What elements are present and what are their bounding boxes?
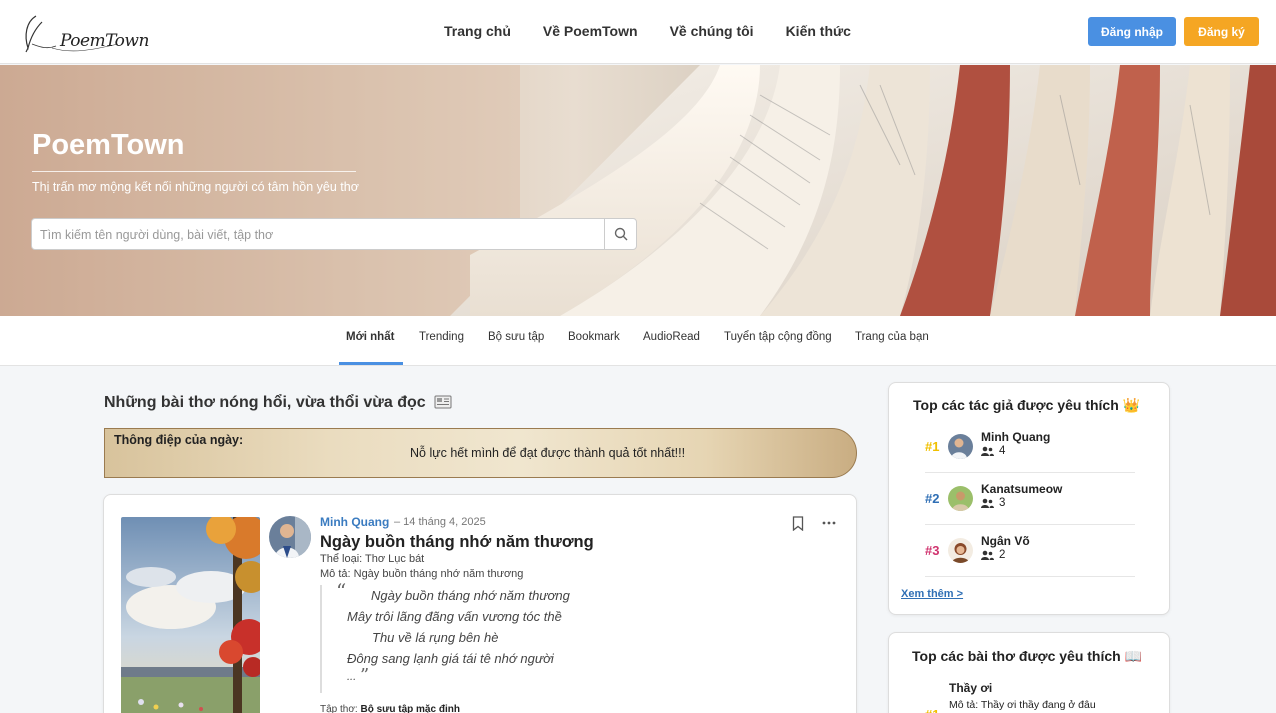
- author-avatar[interactable]: [948, 434, 973, 459]
- users-icon: [981, 550, 994, 560]
- author-rank: #3: [925, 543, 940, 558]
- section-title-text: Những bài thơ nóng hổi, vừa thổi vừa đọc: [104, 394, 426, 411]
- main-nav: Trang chủ Về PoemTown Về chúng tôi Kiến …: [444, 23, 851, 39]
- top-navbar: PoemTown Trang chủ Về PoemTown Về chúng …: [0, 0, 1276, 64]
- search-button[interactable]: [604, 219, 636, 249]
- follower-count: 3: [981, 497, 1005, 509]
- collection-name[interactable]: Bộ sưu tập mặc định: [360, 704, 459, 713]
- see-more-authors-link[interactable]: Xem thêm >: [901, 588, 963, 600]
- login-button[interactable]: Đăng nhập: [1088, 17, 1176, 46]
- tab-audioread[interactable]: AudioRead: [643, 331, 700, 343]
- search-icon: [614, 227, 627, 241]
- author-name[interactable]: Minh Quang: [981, 430, 1050, 444]
- poem-line: Mây trôi lãng đãng vấn vương tóc thề: [347, 609, 562, 624]
- poem-line: Ngày buồn tháng nhớ năm thương: [371, 588, 570, 603]
- top-authors-card: Top các tác giả được yêu thích 👑 #1 Minh…: [888, 382, 1170, 615]
- top-poems-card: Top các bài thơ được yêu thích 📖 #1 Thầy…: [888, 632, 1170, 713]
- author-avatar[interactable]: [948, 486, 973, 511]
- poem-card[interactable]: Minh Quang – 14 tháng 4, 2025 Ngày buồn …: [103, 494, 857, 713]
- author-name[interactable]: Kanatsumeow: [981, 482, 1062, 496]
- newspaper-icon: [434, 395, 452, 409]
- users-icon: [981, 498, 994, 508]
- follower-count: 2: [981, 549, 1005, 561]
- author-name[interactable]: Ngân Võ: [981, 534, 1030, 548]
- tab-trending[interactable]: Trending: [419, 331, 464, 343]
- post-date: – 14 tháng 4, 2025: [394, 516, 486, 528]
- content-tabs: Mới nhất Trending Bộ sưu tập Bookmark Au…: [0, 316, 1276, 366]
- nav-home[interactable]: Trang chủ: [444, 23, 511, 39]
- tab-collections[interactable]: Bộ sưu tập: [488, 331, 544, 343]
- users-icon: [981, 446, 994, 456]
- more-dots-icon: [822, 521, 836, 525]
- poem-description: Mô tả: Ngày buồn tháng nhớ năm thương: [320, 568, 524, 580]
- hero-title: PoemTown: [32, 129, 185, 161]
- bookmark-icon: [792, 515, 804, 531]
- tab-bookmark[interactable]: Bookmark: [568, 331, 620, 343]
- author-photo: [269, 516, 311, 558]
- autumn-landscape-image: [121, 517, 260, 713]
- follower-count-value: 2: [999, 549, 1006, 561]
- poem-rank: #1: [925, 707, 939, 713]
- nav-about-us[interactable]: Về chúng tôi: [670, 23, 754, 39]
- poem-ellipsis: ...: [347, 671, 357, 683]
- top-author-row[interactable]: #2 Kanatsumeow 3: [925, 477, 1135, 525]
- hero-subtitle: Thị trấn mơ mộng kết nối những người có …: [32, 180, 359, 194]
- search-box: [31, 218, 637, 250]
- author-rank: #1: [925, 439, 940, 454]
- message-label: Thông điệp của ngày:: [114, 433, 244, 447]
- top-author-row[interactable]: #1 Minh Quang 4: [925, 425, 1135, 473]
- message-of-the-day: Thông điệp của ngày: Nỗ lực hết mình để …: [104, 428, 857, 478]
- top-poems-title: Top các bài thơ được yêu thích 📖: [912, 648, 1143, 664]
- tab-newest[interactable]: Mới nhất: [346, 331, 394, 343]
- post-author[interactable]: Minh Quang: [320, 515, 389, 529]
- poem-title[interactable]: Ngày buồn tháng nhớ năm thương: [320, 533, 594, 552]
- poem-genre: Thể loại: Thơ Lục bát: [320, 553, 425, 565]
- poemtown-logo[interactable]: PoemTown: [22, 10, 149, 54]
- nav-about-poemtown[interactable]: Về PoemTown: [543, 23, 638, 39]
- follower-count: 4: [981, 445, 1005, 457]
- avatar-photo: [948, 434, 973, 459]
- collection-label: Tập thơ:: [320, 704, 358, 713]
- top-poem-title[interactable]: Thầy ơi: [949, 681, 992, 695]
- nav-knowledge[interactable]: Kiến thức: [786, 23, 851, 39]
- follower-count-value: 4: [999, 445, 1006, 457]
- avatar-photo: [948, 486, 973, 511]
- poem-excerpt: “ Ngày buồn tháng nhớ năm thương Mây trô…: [320, 579, 620, 693]
- author-avatar[interactable]: [269, 516, 311, 558]
- active-tab-indicator: [339, 362, 403, 365]
- message-text: Nỗ lực hết mình để đạt được thành quả tố…: [410, 446, 686, 460]
- quote-close: ”: [360, 665, 370, 686]
- bookmark-button[interactable]: [790, 515, 806, 531]
- more-options-button[interactable]: [821, 515, 837, 531]
- hero-banner: PoemTown Thị trấn mơ mộng kết nối những …: [0, 65, 1276, 316]
- top-authors-title: Top các tác giả được yêu thích 👑: [913, 397, 1141, 413]
- poem-collection: Tập thơ: Bộ sưu tập mặc định: [320, 704, 460, 713]
- follower-count-value: 3: [999, 497, 1006, 509]
- hero-divider: [32, 171, 356, 172]
- avatar-photo: [948, 538, 973, 563]
- top-author-row[interactable]: #3 Ngân Võ 2: [925, 529, 1135, 577]
- tab-your-page[interactable]: Trang của bạn: [855, 331, 929, 343]
- author-avatar[interactable]: [948, 538, 973, 563]
- search-input[interactable]: [40, 225, 600, 245]
- poem-cover-image[interactable]: [121, 517, 260, 713]
- top-poem-description: Mô tả: Thầy ơi thầy đang ở đâu: [949, 699, 1096, 711]
- tab-community-collection[interactable]: Tuyển tập cộng đồng: [724, 331, 832, 343]
- quote-open: “: [336, 579, 347, 603]
- register-button[interactable]: Đăng ký: [1184, 17, 1259, 46]
- section-title: Những bài thơ nóng hổi, vừa thổi vừa đọc: [104, 394, 452, 412]
- logo-text: PoemTown: [60, 31, 149, 51]
- poem-line: Thu về lá rụng bên hè: [372, 630, 499, 645]
- author-rank: #2: [925, 491, 940, 506]
- poem-line: Đông sang lạnh giá tái tê nhớ người: [347, 651, 554, 666]
